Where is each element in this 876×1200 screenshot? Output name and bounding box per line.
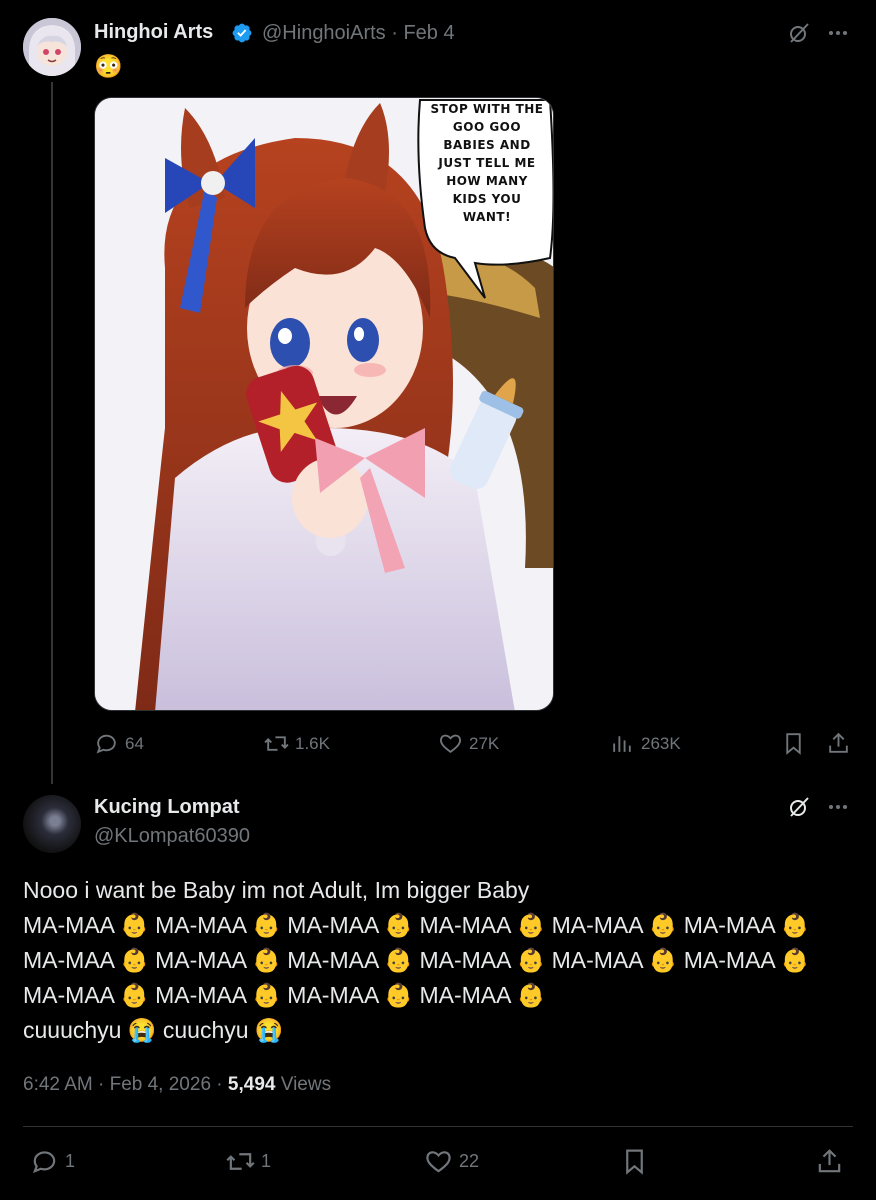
author-avatar[interactable] — [23, 18, 81, 76]
reply-repost-count: 1 — [261, 1151, 272, 1171]
bookmark-icon — [626, 1149, 643, 1175]
repost-icon — [226, 1153, 255, 1170]
heart-icon — [426, 1151, 451, 1173]
bookmark-button[interactable] — [781, 731, 806, 756]
more-icon[interactable] — [826, 795, 850, 819]
views-count: 263K — [641, 733, 681, 753]
heart-icon — [439, 734, 462, 753]
repost-button[interactable]: 1.6K — [264, 731, 330, 756]
share-button[interactable] — [826, 731, 851, 756]
like-count: 27K — [469, 733, 500, 753]
tweet-text: 😳 — [94, 53, 123, 79]
divider — [23, 1126, 853, 1127]
reply-button[interactable]: 64 — [94, 731, 144, 756]
author-handle-date[interactable]: @HinghoiArts · Feb 4 — [262, 22, 455, 45]
bookmark-icon — [786, 733, 801, 755]
share-icon — [818, 1149, 841, 1173]
reply-share-button[interactable] — [815, 1147, 844, 1176]
reply-reply-count: 1 — [65, 1151, 76, 1171]
reply-like-button[interactable]: 22 — [424, 1147, 479, 1176]
reply-repost-button[interactable]: 1 — [226, 1147, 271, 1176]
reply-author-name[interactable]: Kucing Lompat — [94, 796, 240, 819]
repost-count: 1.6K — [295, 733, 330, 753]
verified-badge-icon — [232, 23, 252, 43]
more-icon[interactable] — [826, 21, 850, 45]
repost-icon — [264, 736, 289, 751]
reply-meta: 6:42 AM · Feb 4, 2026 · 5,494 Views — [23, 1074, 331, 1096]
reply-like-count: 22 — [459, 1151, 480, 1171]
thread-line — [51, 82, 53, 784]
speech-bubble-text: STOP WITH THE GOO GOO BABIES AND JUST TE… — [430, 102, 544, 224]
share-icon — [829, 732, 848, 753]
reply-count: 64 — [125, 733, 144, 753]
like-button[interactable]: 27K — [438, 731, 499, 756]
reply-icon — [32, 1151, 56, 1174]
reply-views-label: Views — [280, 1074, 332, 1095]
reply-author-handle[interactable]: @KLompat60390 — [94, 825, 250, 848]
reply-timestamp[interactable]: 6:42 AM · Feb 4, 2026 · — [23, 1074, 223, 1095]
reply-author-avatar[interactable] — [23, 795, 81, 853]
reply-icon — [96, 734, 116, 754]
reply-views-count: 5,494 — [227, 1074, 276, 1095]
author-name[interactable]: Hinghoi Arts — [94, 21, 213, 44]
reply-reply-button[interactable]: 1 — [30, 1147, 75, 1176]
views-icon — [613, 736, 631, 752]
grok-icon[interactable] — [787, 21, 811, 45]
views-button[interactable]: 263K — [610, 731, 681, 756]
reply-text: Nooo i want be Baby im not Adult, Im big… — [23, 877, 810, 1043]
reply-bookmark-button[interactable] — [620, 1147, 649, 1176]
grok-icon[interactable] — [787, 795, 811, 819]
tweet-image[interactable]: STOP WITH THE GOO GOO BABIES AND JUST TE… — [94, 97, 554, 711]
